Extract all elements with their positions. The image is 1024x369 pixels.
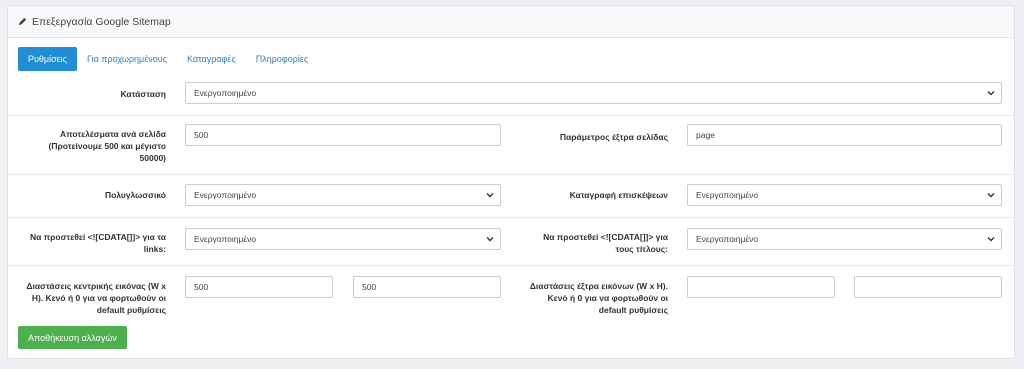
multilingual-select-value: Ενεργοποιημένο (194, 190, 257, 200)
extra-image-dims-label: Διαστάσεις έξτρα εικόνων (W x H). Κενό ή… (529, 281, 668, 315)
main-image-dims-label: Διαστάσεις κεντρικής εικόνας (W x H). Κε… (26, 281, 166, 315)
cdata-titles-select[interactable]: Ενεργοποιημένο (687, 228, 1002, 250)
chevron-down-icon (987, 193, 995, 198)
image-dims-row: Διαστάσεις κεντρικής εικόνας (W x H). Κε… (8, 266, 1014, 321)
extra-page-param-value: page (696, 130, 715, 140)
chevron-down-icon (987, 237, 995, 242)
multilingual-row: Πολυγλωσσικό Ενεργοποιημένο Καταγραφή επ… (8, 175, 1014, 218)
results-per-page-input[interactable]: 500 (185, 124, 501, 146)
status-select[interactable]: Ενεργοποιημένο (185, 82, 1002, 104)
extra-page-param-label: Παράμετρος έξτρα σελίδας (559, 132, 668, 142)
status-row: Κατάσταση Ενεργοποιημένο (8, 77, 1014, 116)
status-label: Κατάσταση (120, 89, 166, 99)
chevron-down-icon (987, 91, 995, 96)
tab-info[interactable]: Πληροφορίες (246, 47, 318, 71)
save-changes-button[interactable]: Αποθήκευση αλλαγών (18, 326, 127, 349)
cdata-links-select-value: Ενεργοποιημένο (194, 234, 257, 244)
multilingual-label: Πολυγλωσσικό (104, 190, 166, 200)
visit-log-label: Καταγραφή επισκέψεων (569, 190, 668, 200)
cdata-links-label: Να προστεθεί <![CDATA[]]> για τα links: (29, 232, 166, 254)
tab-advanced[interactable]: Για προχωρημένους (77, 47, 177, 71)
results-per-page-label: Αποτελέσματα ανά σελίδα (Προτείνουμε 500… (48, 129, 166, 163)
settings-panel: Επεξεργασία Google Sitemap Ρυθμίσεις Για… (7, 5, 1015, 359)
cdata-titles-label: Να προστεθεί <![CDATA[]]> για τους τίτλο… (543, 232, 668, 254)
visit-log-select-value: Ενεργοποιημένο (696, 190, 759, 200)
panel-header: Επεξεργασία Google Sitemap (8, 6, 1014, 38)
tab-logs[interactable]: Καταγραφές (177, 47, 246, 71)
extra-page-param-input[interactable]: page (687, 124, 1002, 146)
cdata-links-select[interactable]: Ενεργοποιημένο (185, 228, 501, 250)
main-image-height-value: 500 (362, 282, 377, 292)
cdata-row: Να προστεθεί <![CDATA[]]> για τα links: … (8, 218, 1014, 266)
main-image-height-input[interactable]: 500 (353, 276, 501, 298)
chevron-down-icon (486, 237, 494, 242)
main-image-width-input[interactable]: 500 (185, 276, 333, 298)
extra-image-height-input[interactable] (854, 276, 1002, 298)
status-select-value: Ενεργοποιημένο (194, 88, 257, 98)
main-image-width-value: 500 (194, 282, 209, 292)
visit-log-select[interactable]: Ενεργοποιημένο (687, 184, 1002, 206)
multilingual-select[interactable]: Ενεργοποιημένο (185, 184, 501, 206)
results-row: Αποτελέσματα ανά σελίδα (Προτείνουμε 500… (8, 116, 1014, 175)
pencil-icon (18, 17, 27, 26)
extra-image-width-input[interactable] (687, 276, 835, 298)
tab-settings[interactable]: Ρυθμίσεις (18, 47, 78, 71)
page-title: Επεξεργασία Google Sitemap (32, 15, 171, 28)
tab-bar: Ρυθμίσεις Για προχωρημένους Καταγραφές Π… (18, 47, 318, 71)
results-per-page-value: 500 (194, 130, 209, 140)
cdata-titles-select-value: Ενεργοποιημένο (696, 234, 759, 244)
chevron-down-icon (486, 193, 494, 198)
